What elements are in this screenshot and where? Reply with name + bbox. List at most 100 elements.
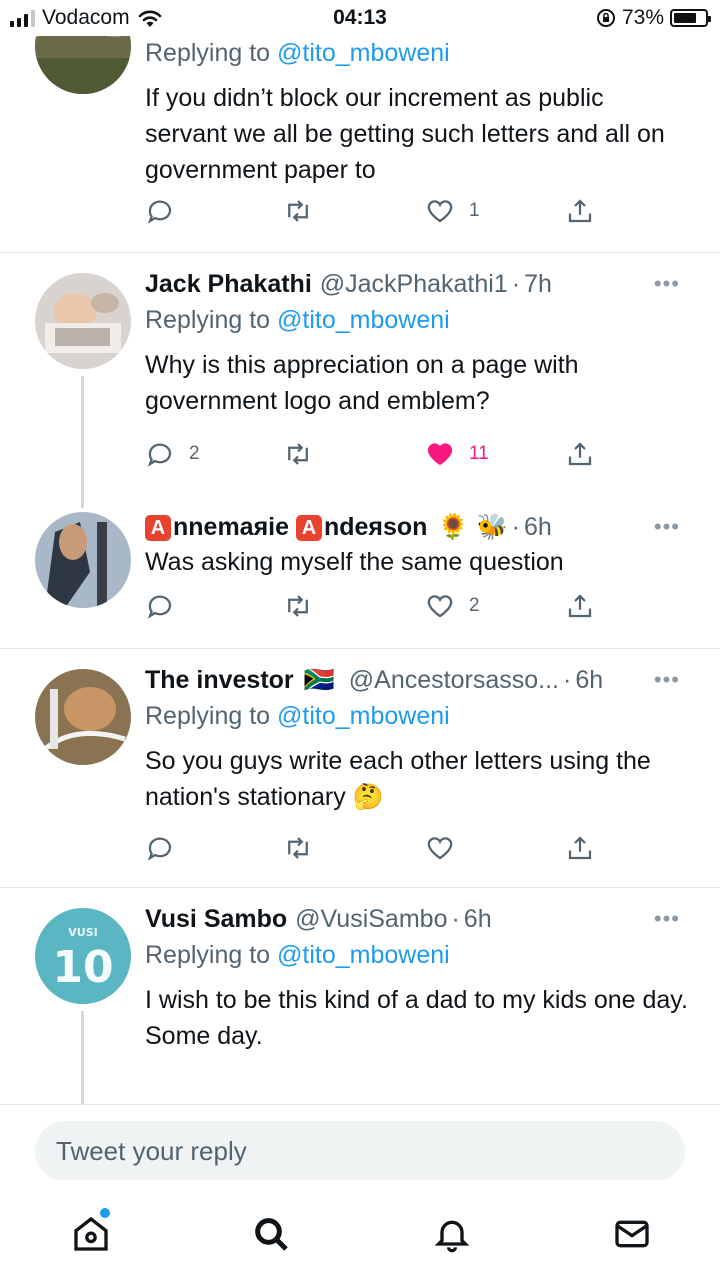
tweet-text: Was asking myself the same question: [145, 548, 564, 576]
reply-button[interactable]: [145, 591, 175, 621]
share-button[interactable]: [565, 833, 595, 863]
replying-to: Replying to @tito_mboweni: [145, 306, 450, 334]
more-options-icon[interactable]: •••: [654, 514, 680, 540]
tweet-text: I wish to be this kind of a dad to my ki…: [145, 986, 688, 1050]
timestamp[interactable]: 6h: [575, 666, 603, 695]
south-africa-flag-emoji: 🇿🇦: [303, 665, 335, 694]
tweet-reply-input[interactable]: Tweet your reply: [35, 1121, 685, 1181]
timestamp[interactable]: 6h: [464, 905, 492, 934]
mention-link[interactable]: @tito_mboweni: [277, 306, 450, 334]
thread-line: [81, 1011, 84, 1104]
tweet[interactable]: Annemaяie Andeяson 🌻 🐝 · 6h ••• Was aski…: [0, 498, 720, 648]
share-icon: [568, 836, 592, 860]
tweet[interactable]: The investor 🇿🇦 @Ancestorsasso... · 6h •…: [0, 649, 720, 887]
letter-a-emoji: A: [145, 514, 171, 541]
replying-to: Replying to @tito_mboweni: [145, 39, 450, 67]
user-handle[interactable]: @Ancestorsasso...: [349, 666, 559, 695]
tweet-header: Vusi Sambo @VusiSambo · 6h: [145, 904, 492, 934]
letter-a-emoji: A: [295, 514, 322, 541]
avatar[interactable]: [35, 512, 131, 608]
tweet-feed[interactable]: Replying to @tito_mboweni If you didn’t …: [0, 0, 720, 1104]
share-icon: [568, 199, 592, 223]
more-options-icon[interactable]: •••: [654, 271, 680, 297]
tweet-text: So you guys write each other letters usi…: [145, 747, 651, 811]
tweet-text: Why is this appreciation on a page with …: [145, 351, 579, 415]
reply-button[interactable]: [145, 833, 175, 863]
reply-icon: [147, 595, 172, 619]
timestamp[interactable]: 7h: [524, 270, 552, 299]
user-handle[interactable]: @JackPhakathi1: [320, 270, 508, 299]
reply-count: 2: [189, 443, 200, 464]
retweet-icon: [288, 200, 308, 222]
like-count: 2: [469, 595, 480, 616]
timestamp[interactable]: 6h: [524, 513, 552, 542]
reply-button[interactable]: [145, 196, 175, 226]
svg-text:VUSI: VUSI: [68, 926, 97, 939]
like-button[interactable]: 11: [425, 439, 489, 469]
messages-icon: [615, 1220, 649, 1248]
tweet[interactable]: Replying to @tito_mboweni If you didn’t …: [0, 0, 720, 252]
avatar[interactable]: [35, 273, 131, 369]
sunflower-bee-emoji: 🌻 🐝: [437, 512, 508, 541]
mention-link[interactable]: @tito_mboweni: [277, 702, 450, 730]
tweet[interactable]: Jack Phakathi @JackPhakathi1 · 7h ••• Re…: [0, 253, 720, 508]
reply-icon: [147, 200, 172, 224]
more-options-icon[interactable]: •••: [654, 906, 680, 932]
like-button[interactable]: 2: [425, 591, 480, 621]
nav-notifications[interactable]: [432, 1214, 472, 1254]
replying-to: Replying to @tito_mboweni: [145, 941, 450, 969]
like-button[interactable]: 1: [425, 196, 480, 226]
share-icon: [568, 594, 592, 618]
tweet[interactable]: VUSI 10 Vusi Sambo @VusiSambo · 6h ••• R…: [0, 888, 720, 1104]
battery-icon: [670, 9, 711, 27]
heart-icon: [427, 837, 453, 860]
reply-icon: [147, 837, 172, 861]
display-name[interactable]: Annemaяie Andeяson: [145, 513, 427, 542]
nav-home[interactable]: [71, 1208, 111, 1254]
tweet-header: Jack Phakathi @JackPhakathi1 · 7h: [145, 269, 552, 299]
orientation-lock-icon: [596, 9, 615, 27]
heart-icon: [427, 595, 453, 618]
avatar[interactable]: VUSI 10: [35, 908, 131, 1004]
reply-icon: [147, 443, 172, 467]
retweet-button[interactable]: [283, 833, 313, 863]
retweet-icon: [288, 837, 308, 859]
mention-link[interactable]: @tito_mboweni: [277, 39, 450, 67]
user-handle[interactable]: @VusiSambo: [295, 905, 447, 934]
tweet-text: If you didn’t block our increment as pub…: [145, 84, 665, 184]
tweet-header: The investor 🇿🇦 @Ancestorsasso... · 6h: [145, 665, 604, 695]
like-button[interactable]: [425, 833, 455, 863]
notification-dot: [100, 1208, 110, 1218]
nav-messages[interactable]: [612, 1214, 652, 1254]
display-name[interactable]: Jack Phakathi: [145, 270, 312, 299]
svg-text:10: 10: [52, 942, 113, 993]
reply-bar: Tweet your reply: [0, 1104, 720, 1181]
replying-to: Replying to @tito_mboweni: [145, 702, 450, 730]
more-options-icon[interactable]: •••: [654, 667, 680, 693]
reply-button[interactable]: 2: [145, 439, 200, 469]
bottom-navigation: [0, 1180, 720, 1280]
like-count: 1: [469, 200, 480, 221]
search-icon: [255, 1218, 288, 1251]
tweet-header: Annemaяie Andeяson 🌻 🐝 · 6h: [145, 510, 690, 544]
display-name[interactable]: The investor: [145, 666, 294, 695]
heart-icon: [427, 200, 453, 223]
avatar[interactable]: [35, 669, 131, 765]
heart-filled-icon: [427, 443, 453, 466]
mention-link[interactable]: @tito_mboweni: [277, 941, 450, 969]
display-name[interactable]: Vusi Sambo: [145, 905, 287, 934]
like-count: 11: [469, 443, 489, 464]
retweet-button[interactable]: [283, 439, 313, 469]
home-icon: [74, 1216, 108, 1251]
retweet-button[interactable]: [283, 591, 313, 621]
status-bar: Vodacom 04:13 73%: [0, 0, 720, 36]
battery-percent: 73%: [621, 6, 664, 29]
share-button[interactable]: [565, 591, 595, 621]
nav-search[interactable]: [251, 1214, 291, 1254]
share-button[interactable]: [565, 439, 595, 469]
notifications-icon: [434, 1220, 470, 1253]
retweet-icon: [288, 595, 308, 617]
share-button[interactable]: [565, 196, 595, 226]
share-icon: [568, 442, 592, 466]
retweet-button[interactable]: [283, 196, 313, 226]
